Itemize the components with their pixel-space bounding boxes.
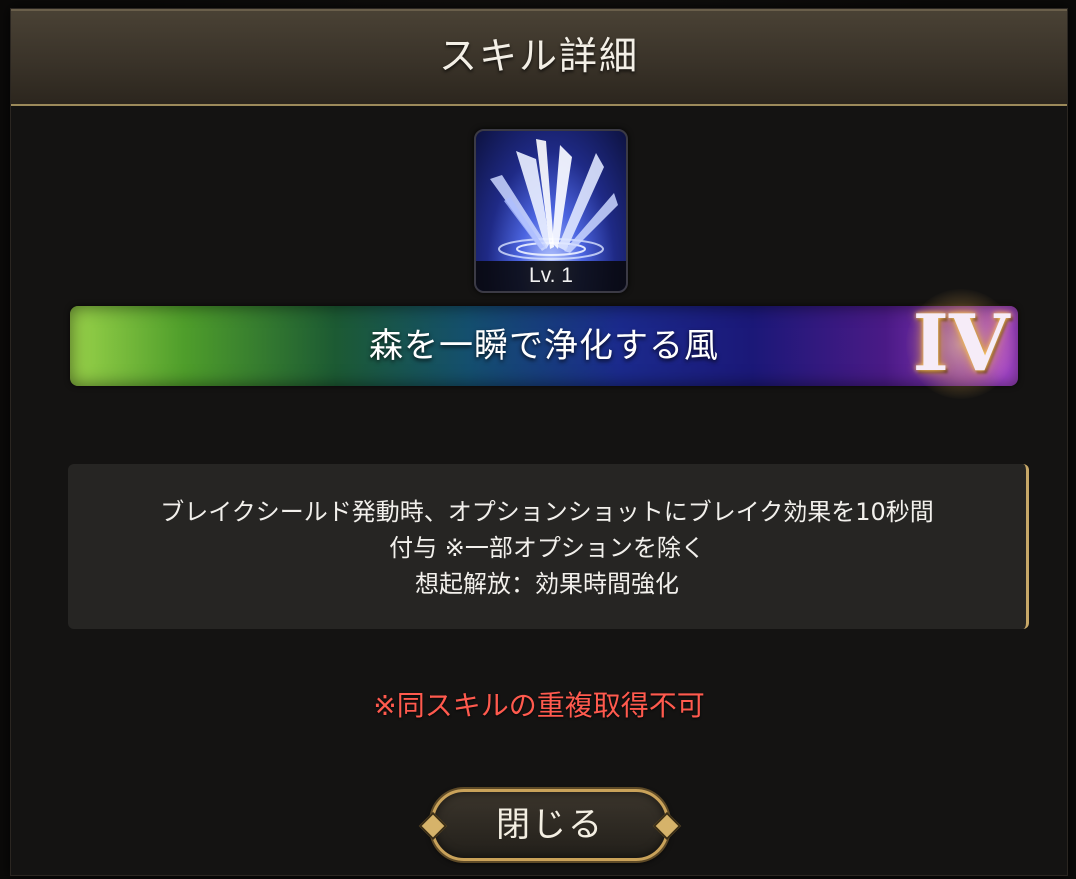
- close-button[interactable]: 閉じる: [418, 789, 682, 861]
- dialog-header: スキル詳細: [11, 9, 1067, 106]
- skill-rank-badge: IV: [906, 289, 1016, 399]
- skill-description-line: 想起解放：効果時間強化: [415, 570, 679, 598]
- skill-name: 森を一瞬で浄化する風: [369, 326, 719, 366]
- dialog-title: スキル詳細: [438, 34, 639, 78]
- skill-name-bar: 森を一瞬で浄化する風: [70, 306, 1018, 386]
- skill-description-line: ブレイクシールド発動時、オプションショットにブレイク効果を10秒間: [160, 498, 934, 526]
- skill-detail-dialog: スキル詳細 Lv. 1 森を一瞬で浄化する風 IV ブレイクシールド発動時、オプ…: [10, 8, 1068, 876]
- skill-level: Lv. 1: [476, 261, 626, 291]
- skill-description-line: 付与 ※一部オプションを除く: [389, 534, 705, 562]
- duplicate-warning: ※同スキルの重複取得不可: [373, 689, 705, 722]
- skill-icon: Lv. 1: [474, 129, 628, 293]
- close-button-label: 閉じる: [496, 805, 604, 845]
- skill-rank: IV: [912, 298, 1010, 389]
- skill-description-box: ブレイクシールド発動時、オプションショットにブレイク効果を10秒間 付与 ※一部…: [68, 464, 1029, 629]
